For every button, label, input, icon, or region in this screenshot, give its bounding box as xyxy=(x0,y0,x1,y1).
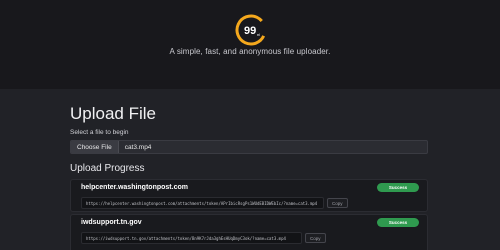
progress-title: Upload Progress xyxy=(70,163,145,174)
logo-suffix: nl xyxy=(257,32,260,37)
upload-title: Upload File xyxy=(70,104,156,123)
tagline: A simple, fast, and anonymous file uploa… xyxy=(169,47,331,56)
upload-link[interactable]: https://helpcenter.washingtonpost.com/at… xyxy=(81,197,324,209)
upload-result-card: helpcenter.washingtonpost.com Success ht… xyxy=(70,179,428,212)
copy-button[interactable]: Copy xyxy=(305,233,326,243)
upload-host: iwdsupport.tn.gov xyxy=(81,219,142,226)
link-row: https://helpcenter.washingtonpost.com/at… xyxy=(81,197,411,209)
hero-banner: 99 nl A simple, fast, and anonymous file… xyxy=(0,0,500,89)
status-badge: Success xyxy=(377,218,419,227)
copy-button[interactable]: Copy xyxy=(327,198,348,208)
link-row: https://iwdsupport.tn.gov/attachments/to… xyxy=(81,232,411,244)
selected-file-name: cat3.mp4 xyxy=(124,143,152,151)
choose-file-button[interactable]: Choose File xyxy=(71,141,119,153)
logo[interactable]: 99 nl xyxy=(234,13,268,47)
upload-host: helpcenter.washingtonpost.com xyxy=(81,184,188,191)
upload-subtitle: Select a file to begin xyxy=(70,129,129,136)
logo-text: 99 xyxy=(244,25,256,37)
status-badge: Success xyxy=(377,183,419,192)
file-input[interactable]: Choose File cat3.mp4 xyxy=(70,140,428,154)
upload-link[interactable]: https://iwdsupport.tn.gov/attachments/to… xyxy=(81,232,302,244)
upload-result-card: iwdsupport.tn.gov Success https://iwdsup… xyxy=(70,214,428,250)
